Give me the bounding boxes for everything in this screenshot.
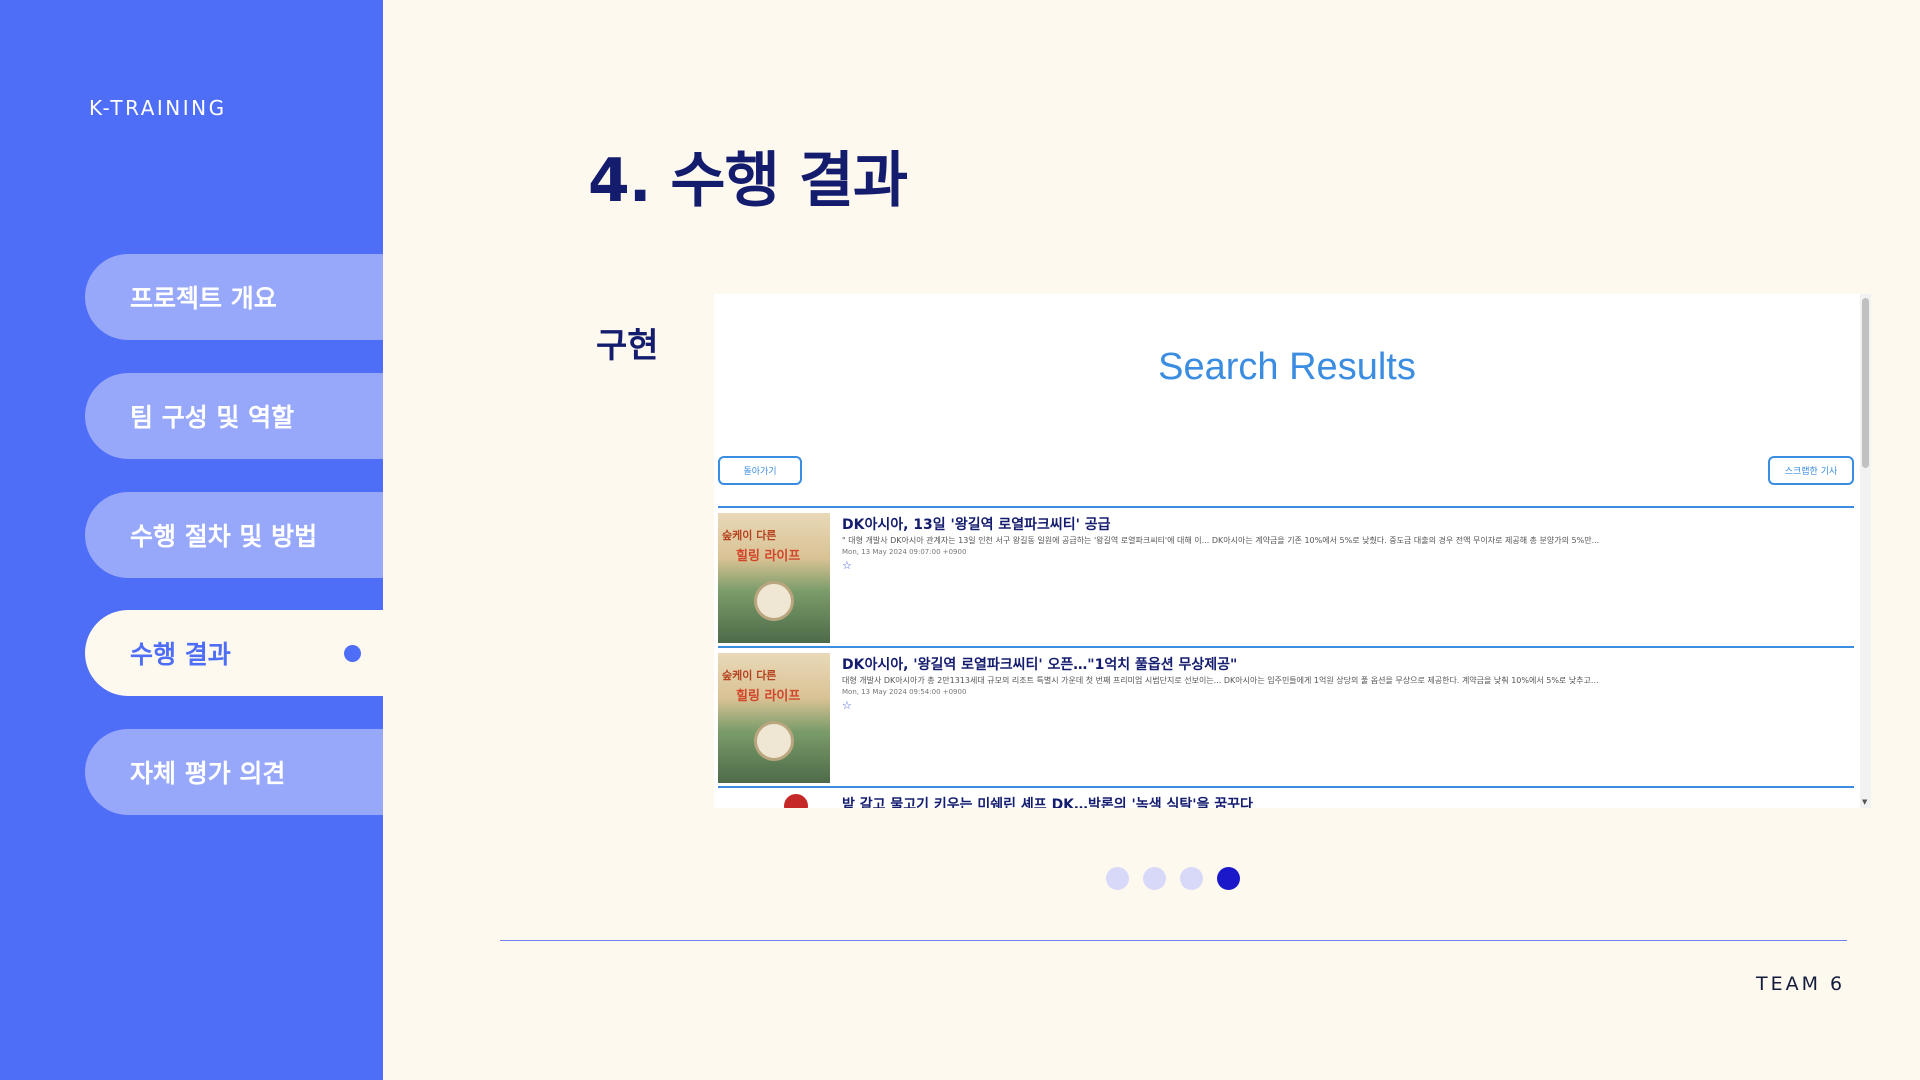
nav-item-process-method[interactable]: 수행 절차 및 방법: [85, 492, 383, 578]
article-date: Mon, 13 May 2024 09:54:00 +0900: [842, 688, 967, 696]
article-item[interactable]: 숲케이 다른 힐링 라이프 DK아시아, 13일 '왕길역 로열파크씨티' 공급…: [718, 506, 1854, 646]
article-title[interactable]: DK아시아, 13일 '왕길역 로열파크씨티' 공급: [842, 514, 1111, 534]
pagination-dot[interactable]: [1180, 867, 1203, 890]
article-item[interactable]: 숲케이 다른 힐링 라이프 DK아시아, '왕길역 로열파크씨티' 오픈…"1억…: [718, 646, 1854, 786]
section-label: 구현: [596, 326, 659, 366]
scrapped-articles-button[interactable]: 스크랩한 기사: [1768, 456, 1854, 485]
page-title: 4. 수행 결과: [588, 146, 908, 216]
back-button[interactable]: 돌아가기: [718, 456, 802, 485]
article-thumbnail: 숲케이 다른 힐링 라이프: [718, 513, 830, 643]
article-date: Mon, 13 May 2024 09:07:00 +0900: [842, 548, 967, 556]
slide-pagination: [1106, 867, 1240, 890]
star-icon[interactable]: ☆: [842, 559, 852, 572]
scrollbar[interactable]: ▼: [1860, 294, 1871, 808]
nav-item-label: 수행 절차 및 방법: [130, 522, 318, 551]
fountain-graphic: [754, 581, 794, 621]
search-results-heading: Search Results: [1158, 346, 1416, 388]
search-results-screenshot: Search Results 돌아가기 스크랩한 기사 숲케이 다른 힐링 라이…: [714, 294, 1871, 808]
scroll-down-arrow-icon[interactable]: ▼: [1862, 798, 1867, 806]
pagination-dot[interactable]: [1143, 867, 1166, 890]
nav-item-label: 수행 결과: [130, 640, 231, 669]
pagination-dot[interactable]: [1106, 867, 1129, 890]
sidebar: K-TRAINING 프로젝트 개요 팀 구성 및 역할 수행 절차 및 방법 …: [0, 0, 383, 1080]
scrollbar-thumb[interactable]: [1862, 298, 1869, 468]
nav-item-self-evaluation[interactable]: 자체 평가 의견: [85, 729, 383, 815]
fountain-graphic: [754, 721, 794, 761]
article-thumbnail: [784, 794, 808, 808]
star-icon[interactable]: ☆: [842, 699, 852, 712]
nav-item-label: 팀 구성 및 역할: [130, 403, 295, 432]
article-item[interactable]: 밭 갈고 물고기 키우는 미쉐린 셰프 DK…박론의 '녹색 식탁'을 꿈꾸다: [718, 786, 1854, 808]
thumbnail-text: 숲케이 다른: [722, 529, 777, 542]
nav-item-project-overview[interactable]: 프로젝트 개요: [85, 254, 383, 340]
article-title[interactable]: 밭 갈고 물고기 키우는 미쉐린 셰프 DK…박론의 '녹색 식탁'을 꿈꾸다: [842, 794, 1253, 808]
article-summary: 대형 개발사 DK아시아가 총 2만1313세대 규모의 리조트 특별시 가운데…: [842, 676, 1599, 685]
article-thumbnail: 숲케이 다른 힐링 라이프: [718, 653, 830, 783]
article-title[interactable]: DK아시아, '왕길역 로열파크씨티' 오픈…"1억치 풀옵션 무상제공": [842, 654, 1237, 674]
thumbnail-text: 힐링 라이프: [736, 689, 801, 704]
brand-logo-text: K-TRAINING: [89, 96, 227, 120]
pagination-dot-active[interactable]: [1217, 867, 1240, 890]
nav-item-label: 자체 평가 의견: [130, 759, 286, 788]
article-summary: " 대형 개발사 DK아시아 관계자는 13일 인천 서구 왕길동 일원에 공급…: [842, 536, 1600, 545]
nav-item-label: 프로젝트 개요: [130, 284, 277, 313]
team-label: TEAM 6: [1756, 973, 1846, 995]
nav-item-team-roles[interactable]: 팀 구성 및 역할: [85, 373, 383, 459]
thumbnail-text: 힐링 라이프: [736, 549, 801, 564]
thumbnail-text: 숲케이 다른: [722, 669, 777, 682]
footer-divider: [500, 940, 1847, 941]
nav-item-results[interactable]: 수행 결과: [85, 610, 383, 696]
active-indicator-dot: [344, 645, 361, 662]
